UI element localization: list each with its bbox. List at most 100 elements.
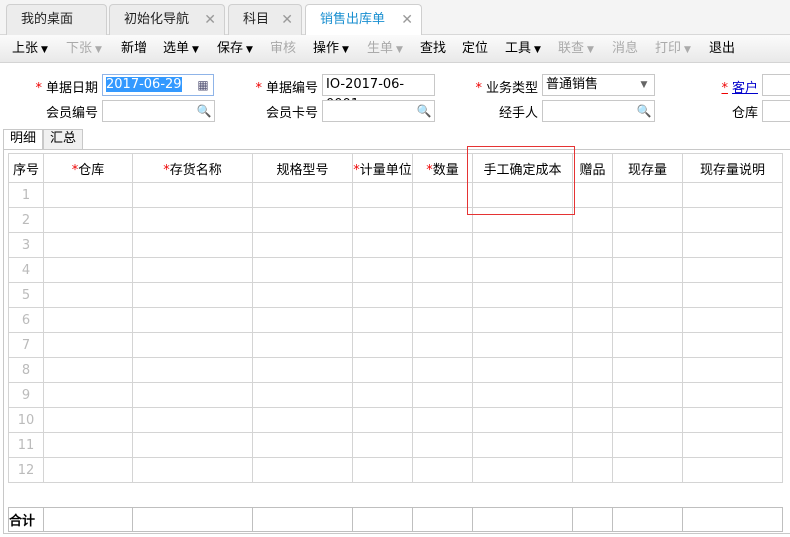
grid-cell[interactable] <box>252 432 353 458</box>
grid-cell[interactable] <box>252 282 353 308</box>
grid-cell[interactable] <box>612 457 683 483</box>
grid-cell[interactable] <box>43 382 133 408</box>
grid-cell[interactable] <box>352 407 413 433</box>
grid-cell[interactable] <box>572 207 613 233</box>
grid-cell[interactable] <box>472 282 573 308</box>
grid-cell[interactable] <box>472 382 573 408</box>
grid-cell[interactable] <box>252 357 353 383</box>
toolbar-button[interactable]: 上张 ▼ <box>12 35 48 64</box>
grid-cell[interactable] <box>472 357 573 383</box>
grid-cell[interactable] <box>43 457 133 483</box>
grid-cell[interactable] <box>572 357 613 383</box>
grid-cell[interactable] <box>352 232 413 258</box>
grid-cell[interactable] <box>43 232 133 258</box>
grid-cell[interactable] <box>682 382 783 408</box>
search-icon[interactable]: 🔍 <box>634 101 654 121</box>
grid-cell[interactable] <box>43 182 133 208</box>
grid-cell[interactable] <box>43 257 133 283</box>
grid-cell[interactable] <box>252 457 353 483</box>
toolbar-button[interactable]: 下张 ▼ <box>66 35 102 64</box>
toolbar-button[interactable]: 新增 <box>121 35 147 63</box>
search-icon[interactable]: 🔍 <box>194 101 214 121</box>
column-header[interactable]: *计量单位 <box>352 153 413 183</box>
grid-cell[interactable] <box>412 457 473 483</box>
tab-accounts[interactable]: 科目 ✕ <box>228 4 302 35</box>
toolbar-button[interactable]: 选单 ▼ <box>163 35 199 64</box>
grid-cell[interactable] <box>43 207 133 233</box>
grid-cell[interactable] <box>352 432 413 458</box>
number-field[interactable]: IO-2017-06-0001 <box>322 74 435 112</box>
grid-cell[interactable] <box>572 382 613 408</box>
warehouse-field[interactable] <box>762 100 790 122</box>
column-header[interactable]: *仓库 <box>43 153 133 183</box>
grid-cell[interactable] <box>412 282 473 308</box>
close-icon[interactable]: ✕ <box>281 5 293 35</box>
grid-cell[interactable] <box>252 407 353 433</box>
grid-cell[interactable] <box>572 307 613 333</box>
close-icon[interactable]: ✕ <box>204 5 216 35</box>
grid-cell[interactable] <box>682 332 783 358</box>
grid-cell[interactable] <box>682 357 783 383</box>
grid-cell[interactable] <box>412 332 473 358</box>
toolbar-button[interactable]: 操作 ▼ <box>313 35 349 64</box>
grid-cell[interactable] <box>132 457 253 483</box>
grid-cell[interactable] <box>252 207 353 233</box>
toolbar-button[interactable]: 生单 ▼ <box>367 35 403 64</box>
toolbar-button[interactable]: 定位 <box>462 35 488 63</box>
grid-cell[interactable] <box>412 407 473 433</box>
tab-sales-outbound[interactable]: 销售出库单 ✕ <box>305 4 422 36</box>
grid-cell[interactable] <box>252 257 353 283</box>
search-icon[interactable]: 🔍 <box>414 101 434 121</box>
grid-cell[interactable] <box>412 357 473 383</box>
toolbar-button[interactable]: 工具 ▼ <box>505 35 541 64</box>
grid-cell[interactable] <box>132 182 253 208</box>
grid-cell[interactable] <box>682 257 783 283</box>
grid-cell[interactable] <box>43 307 133 333</box>
grid-cell[interactable] <box>682 457 783 483</box>
grid-cell[interactable] <box>612 257 683 283</box>
grid-cell[interactable] <box>472 332 573 358</box>
customer-field[interactable] <box>762 74 790 96</box>
member-card-field[interactable]: 🔍 <box>322 100 435 122</box>
toolbar-button[interactable]: 查找 <box>420 35 446 63</box>
grid-cell[interactable] <box>472 432 573 458</box>
grid-cell[interactable] <box>352 332 413 358</box>
chevron-down-icon[interactable]: ▼ <box>634 75 654 95</box>
grid-cell[interactable] <box>412 382 473 408</box>
grid-cell[interactable] <box>412 257 473 283</box>
grid-cell[interactable] <box>252 232 353 258</box>
grid-cell[interactable] <box>412 232 473 258</box>
grid-cell[interactable] <box>682 307 783 333</box>
grid-cell[interactable] <box>43 432 133 458</box>
grid-cell[interactable] <box>352 257 413 283</box>
grid-cell[interactable] <box>572 282 613 308</box>
grid-cell[interactable] <box>252 332 353 358</box>
grid-cell[interactable] <box>612 407 683 433</box>
column-header[interactable]: 现存量 <box>612 153 683 183</box>
handler-field[interactable]: 🔍 <box>542 100 655 122</box>
grid-cell[interactable] <box>252 307 353 333</box>
column-header[interactable]: 规格型号 <box>252 153 353 183</box>
tab-my-desktop[interactable]: 我的桌面 <box>6 4 107 35</box>
date-field[interactable]: 2017-06-29 ▦ <box>102 74 214 96</box>
grid-cell[interactable] <box>472 457 573 483</box>
tab-init-nav[interactable]: 初始化导航 ✕ <box>109 4 225 35</box>
grid-cell[interactable] <box>352 182 413 208</box>
grid-cell[interactable] <box>472 232 573 258</box>
grid-cell[interactable] <box>612 182 683 208</box>
grid-cell[interactable] <box>612 332 683 358</box>
customer-label[interactable]: * 客户 <box>700 77 758 96</box>
grid-cell[interactable] <box>132 257 253 283</box>
subtab-summary[interactable]: 汇总 <box>43 129 84 149</box>
grid-cell[interactable] <box>132 307 253 333</box>
grid-cell[interactable] <box>352 207 413 233</box>
grid-cell[interactable] <box>132 407 253 433</box>
grid-cell[interactable] <box>572 457 613 483</box>
column-header[interactable]: 现存量说明 <box>682 153 783 183</box>
grid-cell[interactable] <box>43 407 133 433</box>
grid-cell[interactable] <box>612 282 683 308</box>
grid-cell[interactable] <box>132 207 253 233</box>
grid-cell[interactable] <box>352 307 413 333</box>
grid-cell[interactable] <box>572 432 613 458</box>
column-header[interactable]: *存货名称 <box>132 153 253 183</box>
